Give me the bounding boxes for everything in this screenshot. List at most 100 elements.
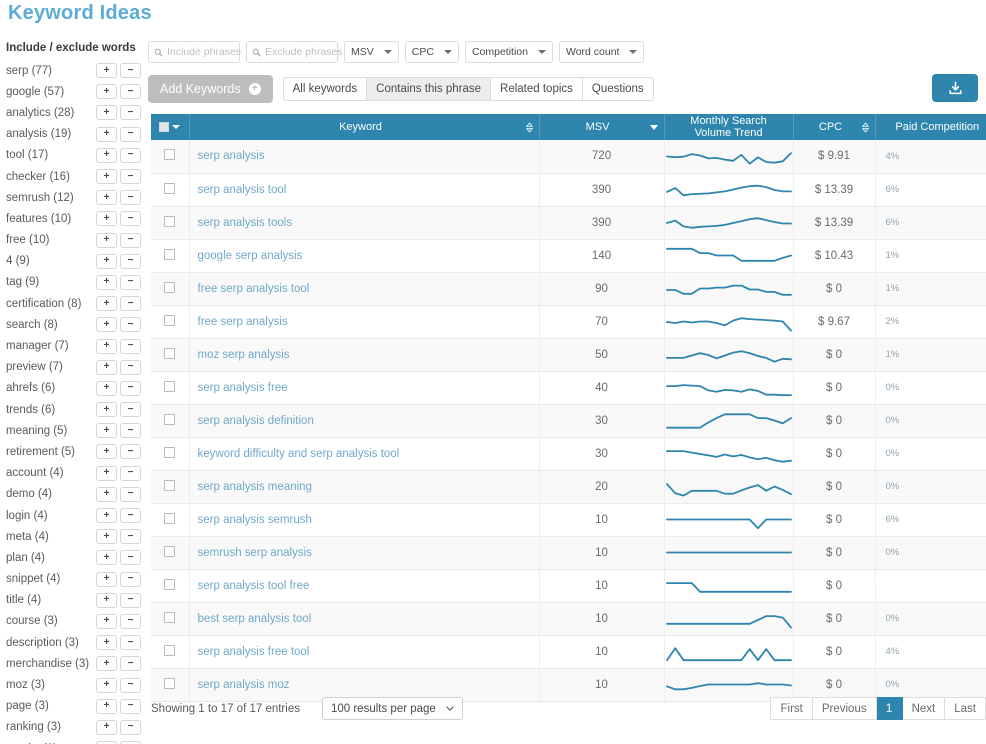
include-word-button[interactable]: +	[96, 253, 117, 269]
include-word-button[interactable]: +	[96, 529, 117, 545]
include-word-button[interactable]: +	[96, 423, 117, 439]
exclude-word-button[interactable]: −	[120, 444, 141, 460]
include-word-button[interactable]: +	[96, 613, 117, 629]
tab-all-keywords[interactable]: All keywords	[282, 77, 368, 101]
row-select-cell[interactable]	[151, 272, 190, 306]
exclude-word-button[interactable]: −	[120, 508, 141, 524]
exclude-word-button[interactable]: −	[120, 613, 141, 629]
export-download-button[interactable]	[932, 74, 978, 102]
msv-filter-dropdown[interactable]: MSV	[344, 41, 399, 63]
exclude-word-button[interactable]: −	[120, 253, 141, 269]
row-select-cell[interactable]	[151, 173, 190, 207]
include-word-button[interactable]: +	[96, 211, 117, 227]
include-word-button[interactable]: +	[96, 232, 117, 248]
row-checkbox[interactable]	[164, 446, 176, 458]
row-checkbox[interactable]	[164, 479, 176, 491]
include-word-button[interactable]: +	[96, 719, 117, 735]
keyword-link[interactable]: serp analysis semrush	[198, 514, 312, 526]
exclude-word-button[interactable]: −	[120, 380, 141, 396]
keyword-link[interactable]: serp analysis	[198, 150, 265, 162]
row-select-cell[interactable]	[151, 305, 190, 339]
row-checkbox[interactable]	[164, 215, 176, 227]
keyword-link[interactable]: free serp analysis	[198, 316, 288, 328]
row-select-cell[interactable]	[151, 536, 190, 570]
include-word-button[interactable]: +	[96, 380, 117, 396]
column-header-keyword[interactable]: Keyword	[189, 114, 540, 140]
row-checkbox[interactable]	[164, 512, 176, 524]
exclude-word-button[interactable]: −	[120, 423, 141, 439]
pagination-next[interactable]: Next	[902, 697, 946, 720]
exclude-word-button[interactable]: −	[120, 656, 141, 672]
keyword-link[interactable]: google serp analysis	[198, 250, 303, 262]
exclude-word-button[interactable]: −	[120, 486, 141, 502]
keyword-link[interactable]: semrush serp analysis	[198, 547, 312, 559]
keyword-link[interactable]: keyword difficulty and serp analysis too…	[198, 448, 400, 460]
row-select-cell[interactable]	[151, 437, 190, 471]
include-word-button[interactable]: +	[96, 296, 117, 312]
row-checkbox[interactable]	[164, 347, 176, 359]
include-word-button[interactable]: +	[96, 169, 117, 185]
include-word-button[interactable]: +	[96, 677, 117, 693]
row-select-cell[interactable]	[151, 470, 190, 504]
row-select-cell[interactable]	[151, 338, 190, 372]
keyword-link[interactable]: moz serp analysis	[198, 349, 290, 361]
keyword-link[interactable]: free serp analysis tool	[198, 283, 310, 295]
include-word-button[interactable]: +	[96, 359, 117, 375]
exclude-word-button[interactable]: −	[120, 317, 141, 333]
row-checkbox[interactable]	[164, 677, 176, 689]
row-checkbox[interactable]	[164, 314, 176, 326]
row-checkbox[interactable]	[164, 545, 176, 557]
exclude-word-button[interactable]: −	[120, 402, 141, 418]
exclude-word-button[interactable]: −	[120, 338, 141, 354]
tab-questions[interactable]: Questions	[582, 77, 654, 101]
keyword-link[interactable]: serp analysis free tool	[198, 646, 310, 658]
keyword-link[interactable]: serp analysis tool	[198, 184, 287, 196]
row-select-cell[interactable]	[151, 635, 190, 669]
include-word-button[interactable]: +	[96, 274, 117, 290]
tab-contains-this-phrase[interactable]: Contains this phrase	[367, 77, 492, 101]
row-select-cell[interactable]	[151, 140, 190, 174]
include-word-button[interactable]: +	[96, 84, 117, 100]
keyword-link[interactable]: serp analysis tool free	[198, 580, 310, 592]
include-word-button[interactable]: +	[96, 190, 117, 206]
include-word-button[interactable]: +	[96, 402, 117, 418]
keyword-link[interactable]: serp analysis tools	[198, 217, 293, 229]
exclude-word-button[interactable]: −	[120, 190, 141, 206]
exclude-word-button[interactable]: −	[120, 211, 141, 227]
exclude-word-button[interactable]: −	[120, 105, 141, 121]
column-header-paid-competition[interactable]: Paid Competition	[875, 114, 986, 140]
keyword-link[interactable]: serp analysis definition	[198, 415, 314, 427]
include-word-button[interactable]: +	[96, 338, 117, 354]
exclude-word-button[interactable]: −	[120, 635, 141, 651]
row-checkbox[interactable]	[164, 149, 176, 161]
exclude-word-button[interactable]: −	[120, 465, 141, 481]
row-checkbox[interactable]	[164, 248, 176, 260]
row-checkbox[interactable]	[164, 611, 176, 623]
exclude-word-button[interactable]: −	[120, 677, 141, 693]
row-select-cell[interactable]	[151, 371, 190, 405]
results-per-page-select[interactable]: 100 results per page	[321, 697, 463, 720]
include-phrases-input[interactable]: Include phrases	[148, 41, 241, 63]
include-word-button[interactable]: +	[96, 635, 117, 651]
include-word-button[interactable]: +	[96, 592, 117, 608]
row-select-cell[interactable]	[151, 602, 190, 636]
row-select-cell[interactable]	[151, 404, 190, 438]
competition-filter-dropdown[interactable]: Competition	[464, 41, 553, 63]
include-word-button[interactable]: +	[96, 126, 117, 142]
include-word-button[interactable]: +	[96, 63, 117, 79]
exclude-word-button[interactable]: −	[120, 550, 141, 566]
keyword-link[interactable]: serp analysis moz	[198, 679, 290, 691]
exclude-word-button[interactable]: −	[120, 719, 141, 735]
include-word-button[interactable]: +	[96, 571, 117, 587]
row-checkbox[interactable]	[164, 281, 176, 293]
exclude-word-button[interactable]: −	[120, 571, 141, 587]
exclude-word-button[interactable]: −	[120, 169, 141, 185]
exclude-word-button[interactable]: −	[120, 63, 141, 79]
keyword-link[interactable]: serp analysis free	[198, 382, 288, 394]
include-word-button[interactable]: +	[96, 465, 117, 481]
pagination-first[interactable]: First	[770, 697, 813, 720]
word-count-filter-dropdown[interactable]: Word count	[558, 41, 645, 63]
select-all-header[interactable]	[151, 114, 190, 140]
row-select-cell[interactable]	[151, 239, 190, 273]
select-all-checkbox-icon[interactable]	[157, 122, 183, 132]
